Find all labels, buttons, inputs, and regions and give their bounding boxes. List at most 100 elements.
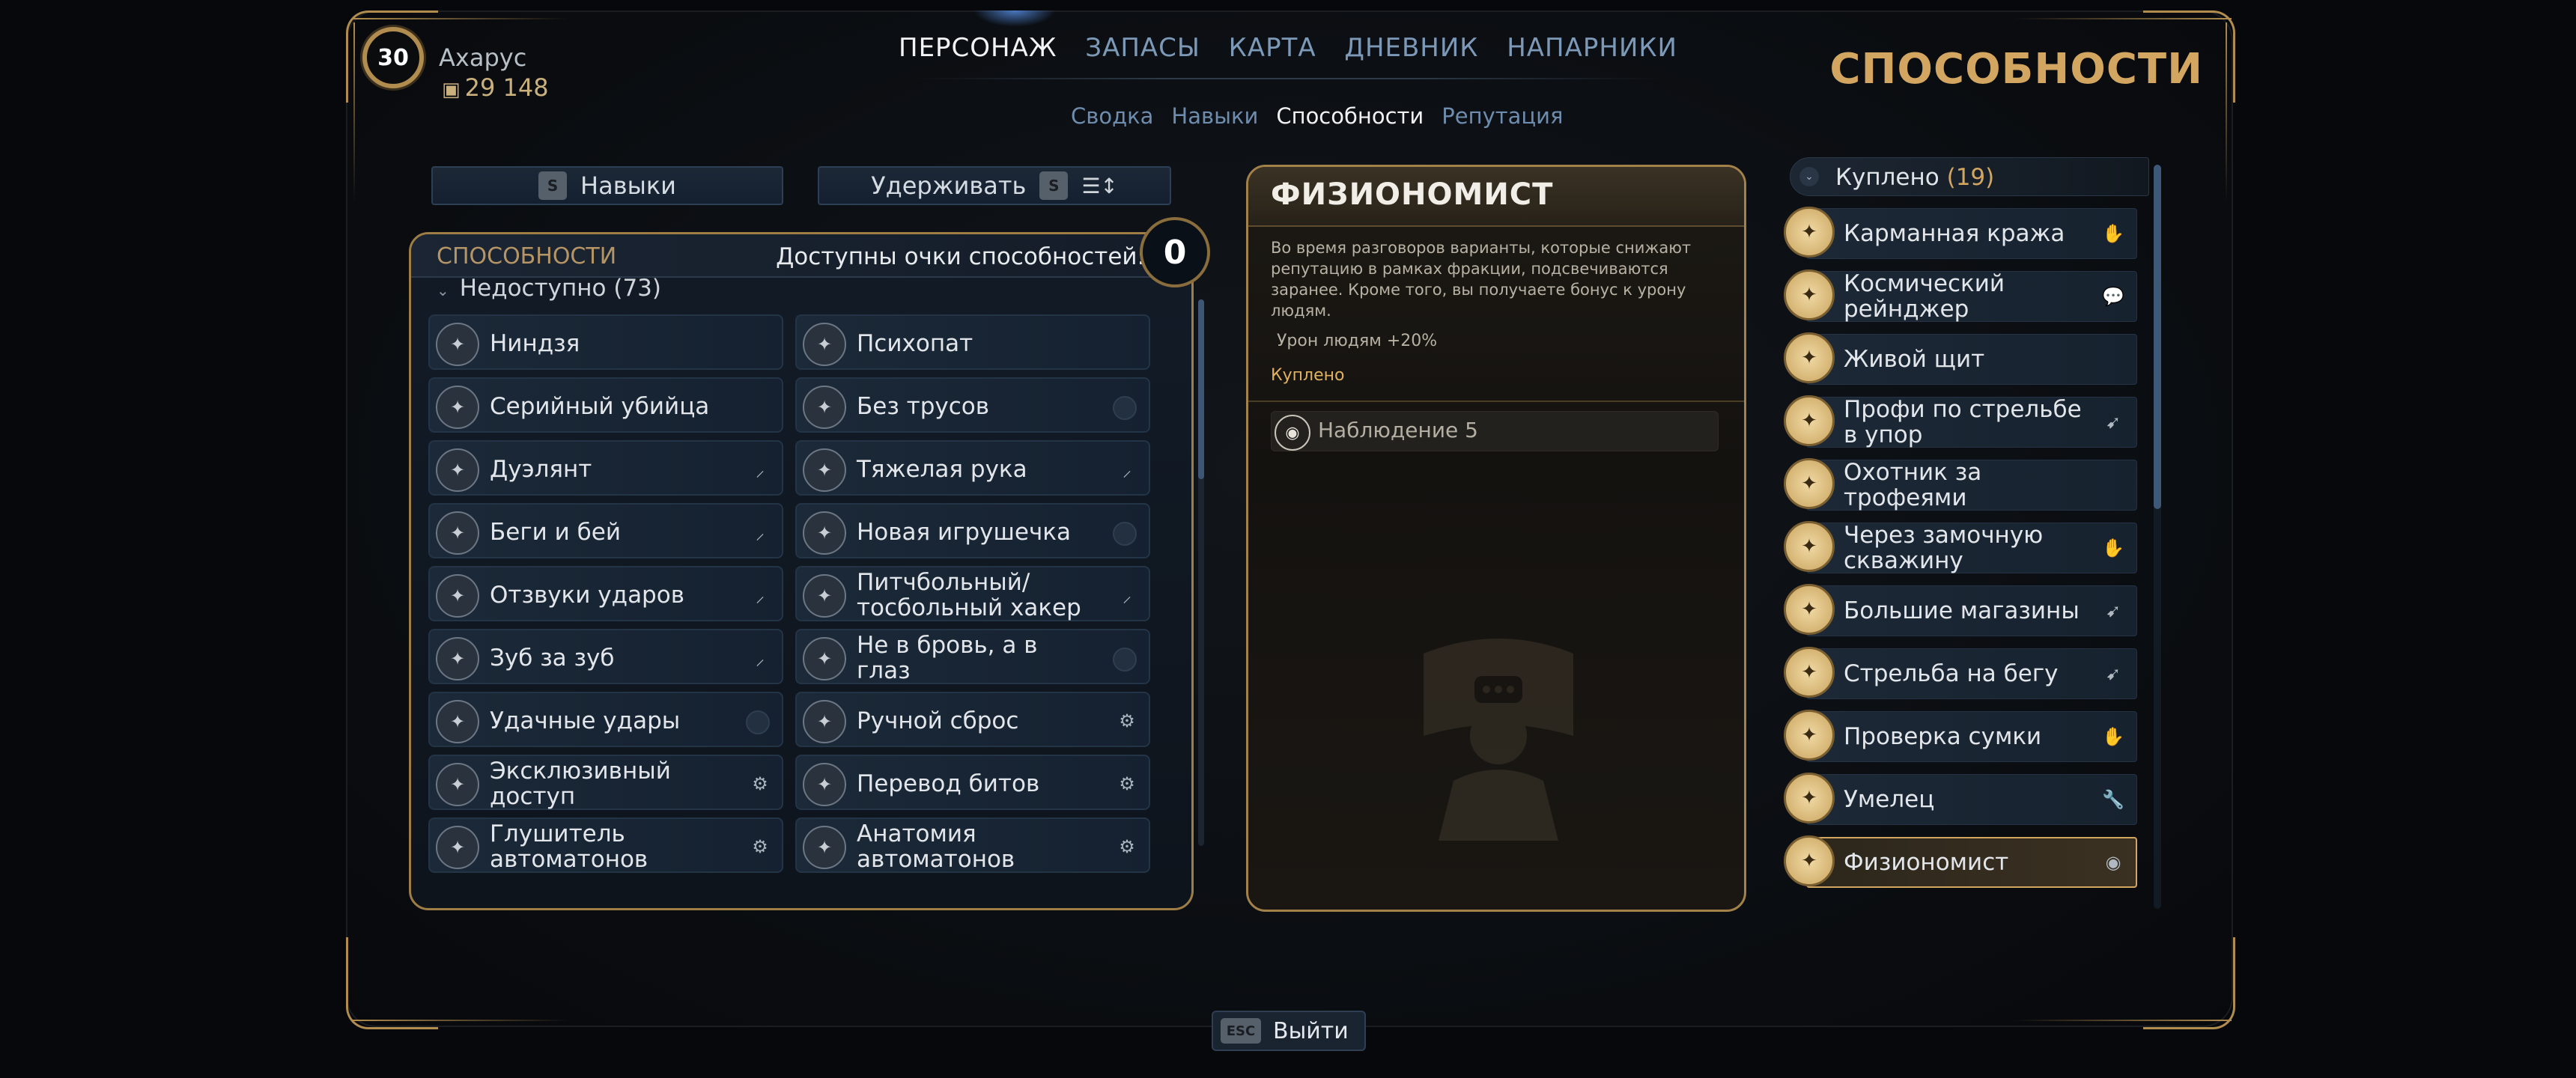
purchased-item[interactable]: ✦ Большие магазины ➹ xyxy=(1784,584,2137,638)
perk-icon: ✦ xyxy=(1784,521,1835,572)
purchased-item[interactable]: ✦ Умелец 🔧 xyxy=(1784,773,2137,826)
requirement-row: ◉ Наблюдение 5 xyxy=(1271,411,1719,451)
ability-item[interactable]: ✦ Дуэлянт ⸝ xyxy=(428,440,783,496)
melee-tag-icon: ⸝ xyxy=(1123,585,1131,606)
frame-corner xyxy=(2143,937,2235,1029)
ability-label: Питчбольный/ тосбольный хакер xyxy=(857,569,1081,621)
credits: ▣ 29 148 xyxy=(442,73,549,102)
frame-corner xyxy=(346,937,438,1029)
tab-map[interactable]: КАРТА xyxy=(1229,33,1316,63)
credits-icon: ▣ xyxy=(442,79,461,101)
frame-ornament xyxy=(352,1020,569,1021)
ability-label: Ниндзя xyxy=(490,330,580,357)
perk-icon: ✦ xyxy=(1784,395,1835,446)
purchased-item[interactable]: ✦ Живой щит xyxy=(1784,332,2137,386)
subtab-reputation[interactable]: Репутация xyxy=(1442,103,1563,129)
subtab-skills[interactable]: Навыки xyxy=(1171,103,1258,129)
ability-item[interactable]: ✦ Беги и бей ⸝ xyxy=(428,503,783,558)
tab-companions[interactable]: НАПАРНИКИ xyxy=(1507,33,1677,63)
ability-label: Дуэлянт xyxy=(490,456,592,483)
purchased-count: (19) xyxy=(1946,164,1995,191)
ability-label: Удачные удары xyxy=(490,707,681,734)
ability-item[interactable]: ✦ Не в бровь, а в глаз xyxy=(795,629,1150,684)
abilities-scrollbar[interactable] xyxy=(1198,299,1204,846)
perk-emblem-watermark xyxy=(1424,639,1573,841)
purchased-item[interactable]: ✦ Стрельба на бегу ➹ xyxy=(1784,647,2137,701)
exit-button[interactable]: ESC Выйти xyxy=(1212,1011,1366,1051)
wrench-icon: 🔧 xyxy=(2102,789,2124,810)
perk-icon: ✦ xyxy=(1784,647,1835,698)
ability-item[interactable]: ✦ Серийный убийца xyxy=(428,377,783,433)
scroll-thumb[interactable] xyxy=(2154,165,2161,509)
scroll-thumb[interactable] xyxy=(1198,299,1204,479)
automaton-tag-icon: ⚙ xyxy=(1119,710,1135,731)
tab-character[interactable]: ПЕРСОНАЖ xyxy=(899,33,1057,63)
perk-icon: ✦ xyxy=(1784,710,1835,761)
nav-divider xyxy=(914,78,1662,79)
ability-item[interactable]: ✦ Перевод битов ⚙ xyxy=(795,755,1150,810)
purchased-group[interactable]: ⌄ Куплено (19) xyxy=(1790,157,2149,196)
skills-button[interactable]: S Навыки xyxy=(431,166,783,205)
observation-icon: ◉ xyxy=(1275,415,1310,451)
sub-tabs: Сводка Навыки Способности Репутация xyxy=(1071,103,1563,129)
ability-item[interactable]: ✦ Ручной сброс ⚙ xyxy=(795,692,1150,747)
ability-item[interactable]: ✦ Глушитель автоматонов ⚙ xyxy=(428,817,783,873)
perk-label: Проверка сумки xyxy=(1844,723,2042,750)
perk-icon: ✦ xyxy=(1784,270,1835,320)
frame-ornament xyxy=(353,22,355,202)
ability-label: Перевод битов xyxy=(857,770,1040,797)
ability-icon: ✦ xyxy=(436,574,479,618)
subtab-summary[interactable]: Сводка xyxy=(1071,103,1153,129)
locked-dot-icon xyxy=(1113,396,1137,420)
purchased-item[interactable]: ✦ Профи по стрельбе в упор ➹ xyxy=(1784,395,2137,449)
main-tabs: ПЕРСОНАЖ ЗАПАСЫ КАРТА ДНЕВНИК НАПАРНИКИ xyxy=(899,33,1677,63)
automaton-tag-icon: ⚙ xyxy=(752,773,768,794)
credits-value: 29 148 xyxy=(464,73,549,102)
purchased-item[interactable]: ✦ Через замочную скважину ✋ xyxy=(1784,521,2137,575)
purchased-item[interactable]: ✦ Охотник за трофеями xyxy=(1784,458,2137,512)
exit-label: Выйти xyxy=(1273,1018,1349,1044)
sort-icon: ☰↕ xyxy=(1081,173,1118,198)
ability-item[interactable]: ✦ Без трусов xyxy=(795,377,1150,433)
abilities-title: СПОСОБНОСТИ xyxy=(437,243,617,270)
purchased-title: Куплено xyxy=(1835,164,1939,191)
purchased-item[interactable]: ✦ Космический рейнджер 💬 xyxy=(1784,270,2137,323)
unavailable-group[interactable]: ⌄ Недоступно (73) xyxy=(437,275,661,302)
ability-item[interactable]: ✦ Питчбольный/ тосбольный хакер ⸝ xyxy=(795,566,1150,621)
locked-dot-icon xyxy=(1113,522,1137,546)
purchased-item[interactable]: ✦ Физиономист ◉ xyxy=(1784,835,2137,889)
player-level: 30 xyxy=(362,27,424,88)
perk-label: Через замочную скважину xyxy=(1844,522,2044,574)
locked-dot-icon xyxy=(746,710,770,734)
ability-label: Не в бровь, а в глаз xyxy=(857,632,1038,684)
purchased-scrollbar[interactable] xyxy=(2154,165,2161,909)
unavailable-label: Недоступно (73) xyxy=(459,275,661,302)
perk-label: Охотник за трофеями xyxy=(1844,459,1982,511)
tab-inventory[interactable]: ЗАПАСЫ xyxy=(1085,33,1200,63)
ability-item[interactable]: ✦ Новая игрушечка xyxy=(795,503,1150,558)
requirement-label: Наблюдение 5 xyxy=(1318,418,1478,442)
ability-points-label: Доступны очки способностей: xyxy=(776,243,1145,270)
automaton-tag-icon: ⚙ xyxy=(752,836,768,857)
ability-label: Без трусов xyxy=(857,393,990,420)
ability-item[interactable]: ✦ Тяжелая рука ⸝ xyxy=(795,440,1150,496)
perk-icon: ✦ xyxy=(1784,835,1835,886)
perk-label: Стрельба на бегу xyxy=(1844,660,2059,687)
dexterity-tag-icon: ✋ xyxy=(2102,726,2124,747)
subtab-perks[interactable]: Способности xyxy=(1276,103,1424,129)
ability-item[interactable]: ✦ Анатомия автоматонов ⚙ xyxy=(795,817,1150,873)
purchased-label: Куплено (19) xyxy=(1835,164,1994,191)
melee-tag-icon: ⸝ xyxy=(756,585,765,606)
purchased-item[interactable]: ✦ Проверка сумки ✋ xyxy=(1784,710,2137,764)
ability-item[interactable]: ✦ Отзвуки ударов ⸝ xyxy=(428,566,783,621)
ability-item[interactable]: ✦ Ниндзя xyxy=(428,314,783,370)
purchased-item[interactable]: ✦ Карманная кража ✋ xyxy=(1784,207,2137,261)
tab-journal[interactable]: ДНЕВНИК xyxy=(1344,33,1478,63)
ability-item[interactable]: ✦ Удачные удары xyxy=(428,692,783,747)
ability-item[interactable]: ✦ Психопат xyxy=(795,314,1150,370)
ability-item[interactable]: ✦ Эксклюзивный доступ ⚙ xyxy=(428,755,783,810)
automaton-tag-icon: ⚙ xyxy=(1119,773,1135,794)
hold-sort-button[interactable]: Удерживать S ☰↕ xyxy=(818,166,1171,205)
dexterity-tag-icon: ✋ xyxy=(2102,538,2124,558)
ability-item[interactable]: ✦ Зуб за зуб ⸝ xyxy=(428,629,783,684)
